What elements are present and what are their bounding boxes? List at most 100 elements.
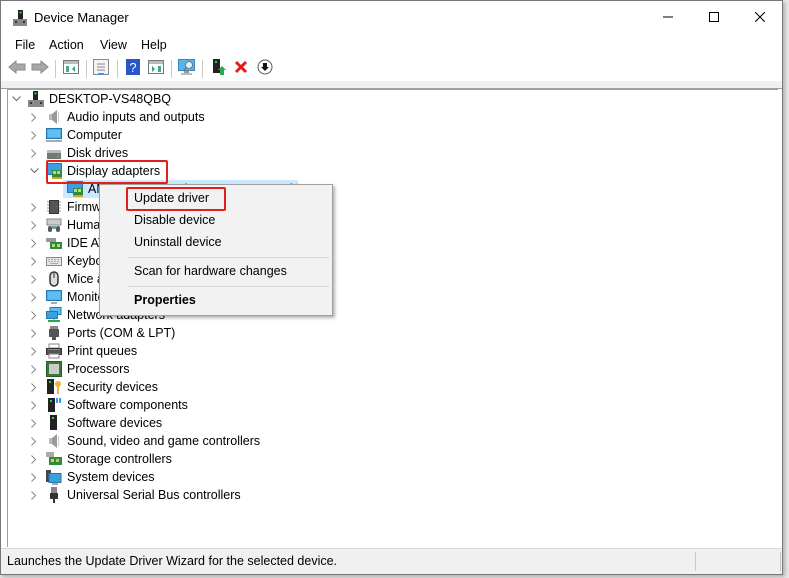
- context-menu-uninstall-device[interactable]: Uninstall device: [134, 235, 222, 249]
- tree-category-label: Processors: [67, 362, 130, 376]
- display-adapter-icon: [46, 163, 62, 179]
- computer-icon: [46, 127, 62, 143]
- tree-category-software-components[interactable]: Software components: [28, 396, 188, 414]
- speaker-icon: [46, 433, 62, 449]
- menu-action[interactable]: Action: [49, 38, 84, 52]
- help-icon: ?: [126, 58, 140, 80]
- maximize-button[interactable]: [691, 1, 737, 35]
- monitor-scan-icon: [178, 58, 196, 80]
- software-component-icon: [46, 397, 62, 413]
- context-menu-update-driver[interactable]: Update driver: [134, 191, 209, 205]
- update-driver-button[interactable]: [208, 58, 228, 80]
- chevron-right-icon[interactable]: [28, 468, 40, 486]
- disable-device-button[interactable]: [255, 59, 275, 79]
- keyboard-icon: [46, 253, 62, 269]
- toolbar-separator: [202, 60, 203, 78]
- storage-controller-icon: [46, 451, 62, 467]
- chevron-right-icon[interactable]: [28, 126, 40, 144]
- down-arrow-circle-icon: [257, 59, 273, 80]
- forward-arrow-icon: [31, 59, 49, 79]
- tree-category-system-devices[interactable]: System devices: [28, 468, 155, 486]
- device-manager-app-icon: [13, 10, 27, 26]
- tree-category-security-devices[interactable]: Security devices: [28, 378, 158, 396]
- hid-icon: [46, 217, 62, 233]
- help-button[interactable]: ?: [123, 58, 143, 80]
- properties-button[interactable]: [91, 58, 111, 80]
- toolbar-divider: [1, 81, 782, 89]
- chevron-right-icon[interactable]: [28, 396, 40, 414]
- scan-hardware-changes-button[interactable]: [177, 58, 197, 80]
- tree-category-display-adapters[interactable]: Display adapters: [28, 162, 160, 180]
- chevron-right-icon[interactable]: [28, 306, 40, 324]
- tree-category-sound-video-and-game-controllers[interactable]: Sound, video and game controllers: [28, 432, 260, 450]
- status-bar: Launches the Update Driver Wizard for th…: [1, 548, 782, 574]
- context-menu-scan-hardware[interactable]: Scan for hardware changes: [134, 264, 287, 278]
- toolbar-separator: [117, 60, 118, 78]
- red-x-icon: [234, 60, 248, 79]
- mouse-icon: [46, 271, 62, 287]
- tree-category-storage-controllers[interactable]: Storage controllers: [28, 450, 172, 468]
- menu-view[interactable]: View: [100, 38, 127, 52]
- close-icon: [754, 9, 766, 27]
- chevron-right-icon[interactable]: [28, 324, 40, 342]
- tree-category-label: Audio inputs and outputs: [67, 110, 205, 124]
- properties-icon: [93, 58, 109, 80]
- security-key-icon: [46, 379, 62, 395]
- tree-category-label: Universal Serial Bus controllers: [67, 488, 241, 502]
- chevron-right-icon[interactable]: [28, 108, 40, 126]
- toolbar-separator: [55, 60, 56, 78]
- chevron-right-icon[interactable]: [28, 450, 40, 468]
- chevron-right-icon[interactable]: [28, 288, 40, 306]
- chevron-right-icon[interactable]: [28, 360, 40, 378]
- status-separator: [780, 552, 781, 571]
- tree-category-ports-com-lpt[interactable]: Ports (COM & LPT): [28, 324, 175, 342]
- tree-category-universal-serial-bus-controllers[interactable]: Universal Serial Bus controllers: [28, 486, 241, 504]
- chevron-right-icon[interactable]: [28, 234, 40, 252]
- back-button[interactable]: [7, 59, 27, 79]
- chevron-right-icon[interactable]: [28, 414, 40, 432]
- context-menu-properties[interactable]: Properties: [134, 293, 196, 307]
- title-bar: Device Manager: [1, 1, 782, 35]
- tree-root[interactable]: DESKTOP-VS48QBQ: [10, 90, 171, 108]
- tree-category-computer[interactable]: Computer: [28, 126, 122, 144]
- tree-category-label: Print queues: [67, 344, 138, 358]
- tree-category-software-devices[interactable]: Software devices: [28, 414, 162, 432]
- chevron-right-icon[interactable]: [28, 270, 40, 288]
- processor-icon: [46, 361, 62, 377]
- context-menu-disable-device[interactable]: Disable device: [134, 213, 215, 227]
- update-driver-icon: [210, 58, 226, 80]
- show-hide-action-pane-button[interactable]: [146, 59, 166, 79]
- console-tree-icon: [63, 59, 79, 79]
- chevron-right-icon[interactable]: [28, 486, 40, 504]
- forward-button[interactable]: [30, 59, 50, 79]
- back-arrow-icon: [8, 59, 26, 79]
- tree-category-label: Display adapters: [67, 164, 161, 178]
- tree-category-label: Storage controllers: [67, 452, 172, 466]
- device-manager-window: Device Manager File Action View Help ? D…: [0, 0, 783, 575]
- chevron-right-icon[interactable]: [28, 198, 40, 216]
- minimize-button[interactable]: [645, 1, 691, 35]
- tree-category-label: Software devices: [67, 416, 163, 430]
- tree-category-processors[interactable]: Processors: [28, 360, 130, 378]
- tree-category-audio-inputs-and-outputs[interactable]: Audio inputs and outputs: [28, 108, 205, 126]
- chevron-right-icon[interactable]: [28, 432, 40, 450]
- chevron-down-icon[interactable]: [10, 90, 22, 108]
- show-hide-console-tree-button[interactable]: [61, 59, 81, 79]
- menu-help[interactable]: Help: [141, 38, 167, 52]
- chevron-right-icon[interactable]: [28, 144, 40, 162]
- chevron-right-icon[interactable]: [28, 378, 40, 396]
- close-button[interactable]: [737, 1, 783, 35]
- device-tree: DESKTOP-VS48QBQ Audio inputs and outputs…: [7, 89, 778, 547]
- monitor-icon: [46, 289, 62, 305]
- chevron-down-icon[interactable]: [28, 162, 40, 180]
- uninstall-device-button[interactable]: [231, 59, 251, 79]
- tree-category-print-queues[interactable]: Print queues: [28, 342, 137, 360]
- context-menu-separator: [128, 257, 329, 258]
- tree-category-disk-drives[interactable]: Disk drives: [28, 144, 128, 162]
- chevron-right-icon[interactable]: [28, 342, 40, 360]
- chevron-right-icon[interactable]: [28, 216, 40, 234]
- status-text: Launches the Update Driver Wizard for th…: [7, 554, 338, 568]
- chevron-right-icon[interactable]: [28, 252, 40, 270]
- menu-bar: File Action View Help: [1, 35, 782, 55]
- menu-file[interactable]: File: [15, 38, 35, 52]
